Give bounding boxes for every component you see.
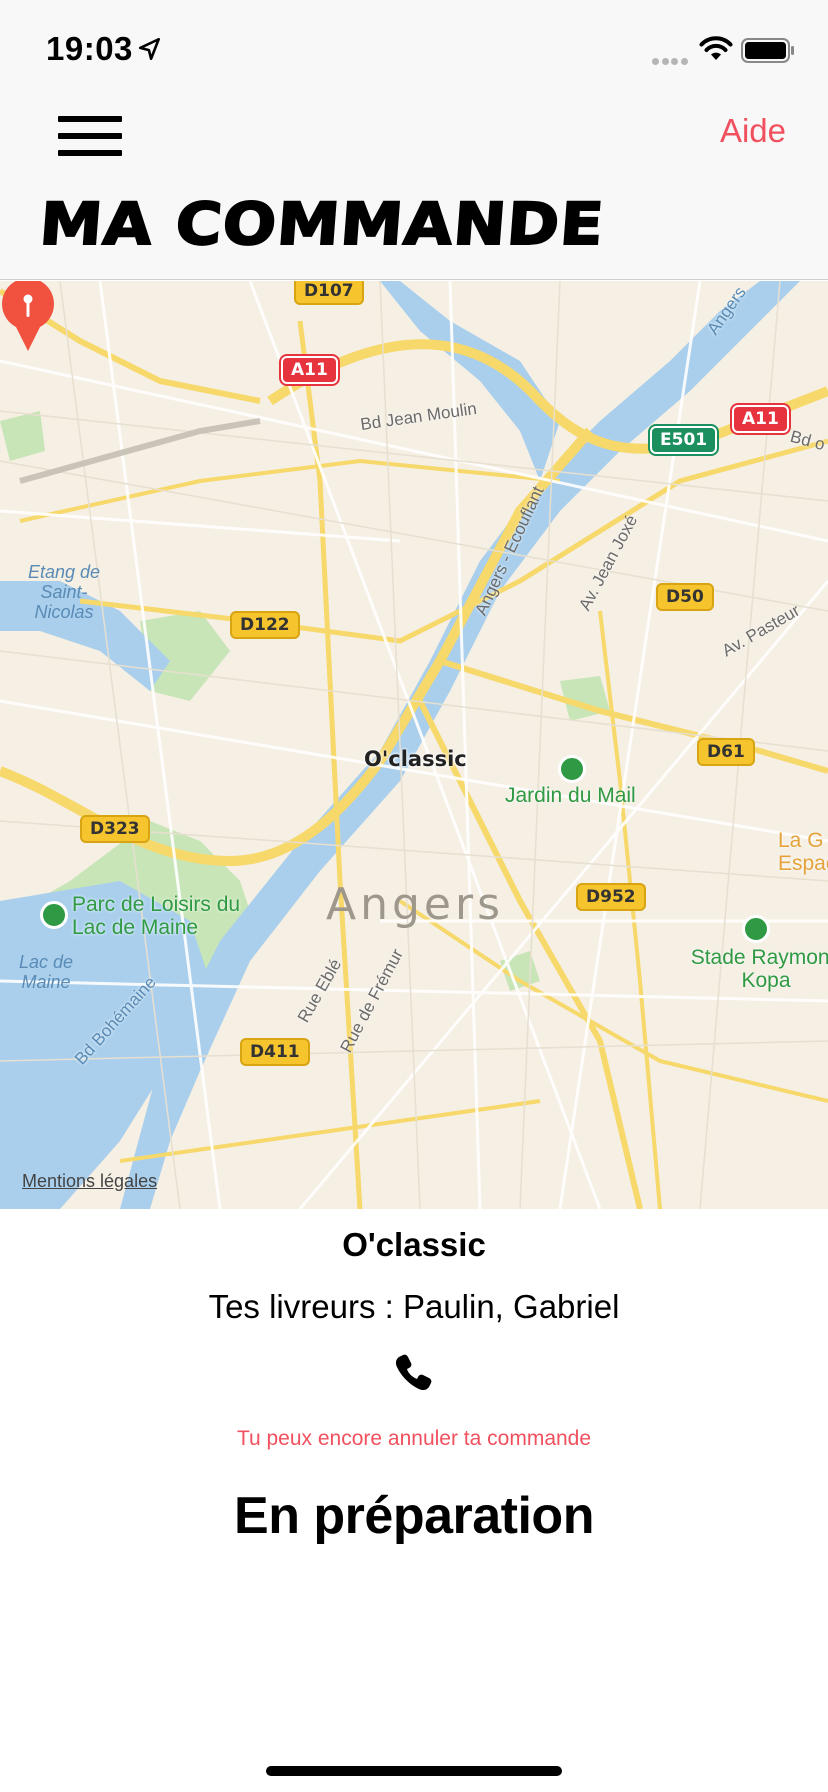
poi-label: Stade Raymond Kopa [690, 946, 828, 993]
cancel-order-link[interactable]: Tu peux encore annuler ta commande [0, 1427, 828, 1451]
status-time: 19:03 [46, 30, 133, 67]
page-title: MA COMMANDE [36, 189, 607, 259]
road-shield-d952: D952 [576, 883, 646, 912]
poi-label: La G Espac [778, 829, 828, 876]
phone-icon[interactable] [394, 1352, 434, 1392]
home-indicator[interactable] [266, 1766, 562, 1776]
legal-link[interactable]: Mentions légales [22, 1171, 157, 1192]
road-shield-a11: A11 [732, 405, 789, 434]
order-status: En préparation [234, 1487, 594, 1545]
map-view[interactable]: D107 A11 A11 E501 D122 D50 D61 D323 D952… [0, 281, 828, 1209]
road-shield-a11: A11 [281, 356, 338, 385]
road-shield-d61: D61 [697, 738, 755, 767]
wifi-icon [699, 36, 733, 60]
poi-label: Jardin du Mail [505, 784, 636, 807]
help-link[interactable]: Aide [720, 112, 786, 150]
road-shield-d50: D50 [656, 583, 714, 612]
water-label-lac: Lac de Maine [18, 952, 74, 992]
park-icon [40, 901, 68, 929]
poi-label: Parc de Loisirs du Lac de Maine [72, 893, 241, 940]
water-label-etang: Etang de Saint-Nicolas [27, 562, 101, 622]
road-shield-d122: D122 [230, 611, 300, 640]
location-arrow-icon [138, 37, 160, 61]
road-shield-d323: D323 [80, 815, 150, 844]
stadium-icon [742, 915, 770, 943]
shop-name: O'classic [342, 1226, 486, 1263]
couriers-text: Tes livreurs : Paulin, Gabriel [208, 1288, 620, 1325]
battery-icon [741, 38, 794, 63]
park-icon [558, 755, 586, 783]
hamburger-menu-icon[interactable] [52, 104, 128, 168]
city-label: Angers [326, 879, 504, 930]
road-shield-e501: E501 [650, 426, 718, 455]
map-pin-icon[interactable] [0, 281, 56, 353]
signal-dots-icon [652, 52, 690, 70]
pin-label: O'classic [364, 747, 467, 771]
status-bar: 19:03 [0, 0, 828, 94]
road-shield-d107: D107 [294, 281, 364, 306]
nav-bar: Aide MA COMMANDE [0, 94, 828, 280]
road-shield-d411: D411 [240, 1038, 310, 1067]
